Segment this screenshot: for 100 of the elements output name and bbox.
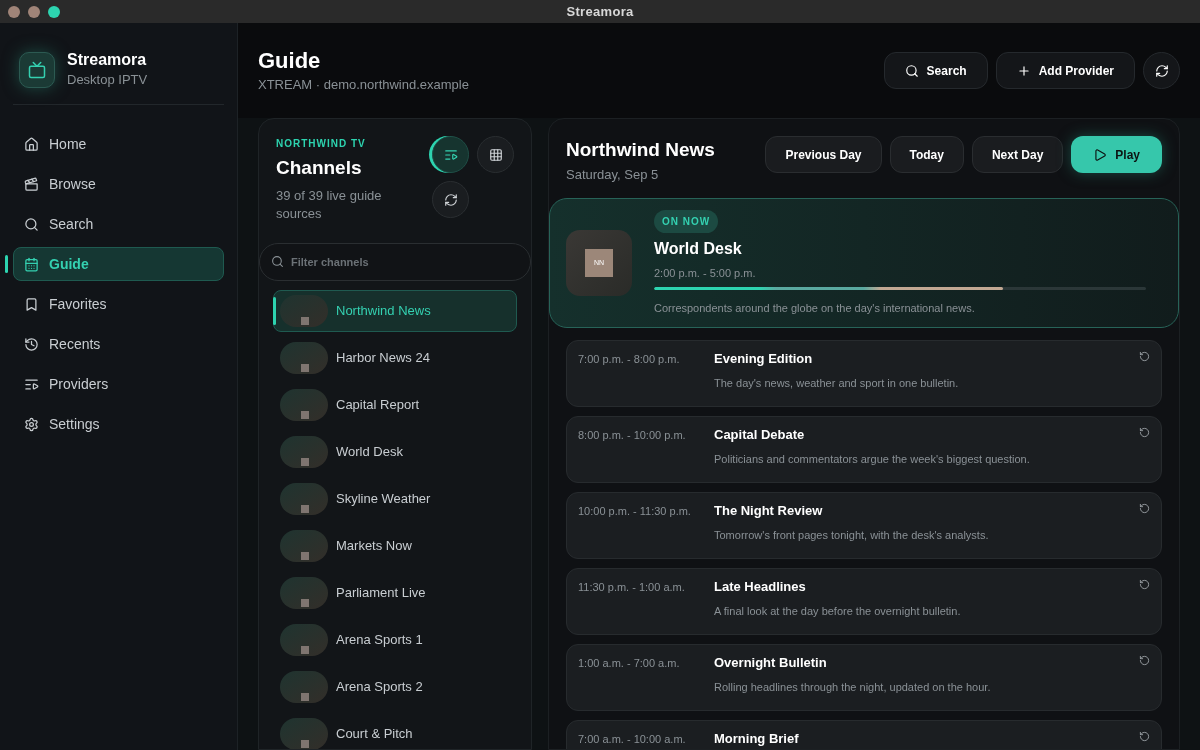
page-title: Guide — [258, 46, 322, 75]
add-provider-button[interactable]: Add Provider — [995, 52, 1135, 89]
refresh-button[interactable] — [1143, 52, 1180, 89]
window-title: Streamora — [566, 2, 634, 21]
channel-item[interactable]: Skyline Weather — [273, 477, 517, 520]
nav-item[interactable]: Home — [13, 127, 224, 161]
provider-label: NORTHWIND TV — [276, 137, 367, 151]
list-icon — [443, 147, 458, 162]
channel-count: 39 of 39 live guide sources — [276, 186, 383, 223]
channel-item[interactable]: Arena Sports 2 — [273, 665, 517, 708]
search-icon — [24, 216, 39, 232]
channel-logo-icon — [280, 670, 328, 703]
page-subtitle: XTREAM · demo.northwind.example — [258, 75, 469, 94]
program-time: 1:00 a.m. - 7:00 a.m. — [578, 656, 681, 671]
channel-logo-icon — [280, 388, 328, 421]
program-title: Evening Edition — [714, 350, 814, 368]
channel-logo-icon — [280, 529, 328, 562]
channel-title: Northwind News — [566, 138, 715, 162]
schedule-item[interactable]: 11:30 p.m. - 1:00 a.m. Late Headlines A final look at the day before the overnight bulletin. — [566, 568, 1162, 635]
calendar-icon — [24, 256, 39, 272]
program-description: Politicians and commentators argue the week's biggest question. — [714, 451, 1031, 467]
minimize-icon[interactable] — [28, 5, 40, 18]
clapperboard-icon — [24, 176, 39, 192]
schedule-item[interactable]: 7:00 p.m. - 8:00 p.m. Evening Edition The day's news, weather and sport in one bulletin. — [566, 340, 1162, 407]
day-button[interactable]: Today — [889, 136, 964, 173]
nav-item[interactable]: Guide — [13, 247, 224, 281]
schedule-item[interactable]: 8:00 p.m. - 10:00 p.m. Capital Debate Politicians and commentators argue the week's biggest question. — [566, 416, 1162, 483]
tv-icon — [28, 61, 46, 79]
program-time: 7:00 a.m. - 10:00 a.m. — [578, 732, 687, 747]
channel-item[interactable]: Capital Report — [273, 383, 517, 426]
channel-item[interactable]: Markets Now — [273, 524, 517, 567]
program-time: 2:00 p.m. - 5:00 p.m. — [654, 265, 757, 281]
program-time: 10:00 p.m. - 11:30 p.m. — [578, 504, 692, 519]
replay-icon[interactable] — [1139, 503, 1150, 514]
channel-item[interactable]: Northwind News — [273, 289, 517, 332]
app-name: Streamora — [67, 50, 148, 70]
replay-icon[interactable] — [1139, 427, 1150, 438]
nav-item[interactable]: Recents — [13, 327, 224, 361]
program-title: Morning Brief — [714, 730, 800, 748]
active-indicator — [5, 255, 8, 273]
program-title: The Night Review — [714, 502, 824, 520]
app-subtitle: Desktop IPTV — [67, 71, 148, 89]
program-description: Tomorrow's front pages tonight, with the desk's analysts. — [714, 527, 990, 543]
program-description: A final look at the day before the overnight bulletin. — [714, 603, 962, 619]
channel-item[interactable]: Arena Sports 1 — [273, 618, 517, 661]
channel-logo-icon — [280, 623, 328, 656]
settings-icon — [24, 416, 39, 432]
channel-logo-icon — [280, 341, 328, 374]
nav-item[interactable]: Providers — [13, 367, 224, 401]
channel-logo-icon — [280, 482, 328, 515]
plus-icon — [1016, 63, 1031, 78]
nav-item[interactable]: Settings — [13, 407, 224, 441]
schedule-item[interactable]: 7:00 a.m. - 10:00 a.m. Morning Brief — [566, 720, 1162, 749]
program-title: Overnight Bulletin — [714, 654, 828, 672]
day-button[interactable]: Previous Day — [765, 136, 882, 173]
channel-logo-icon — [280, 576, 328, 609]
grid-icon — [488, 147, 503, 162]
schedule-item[interactable]: 10:00 p.m. - 11:30 p.m. The Night Review Tomorrow's front pages tonight, with the desk's analysts. — [566, 492, 1162, 559]
close-icon[interactable] — [8, 5, 20, 18]
play-button[interactable]: Play — [1071, 136, 1162, 173]
channel-item[interactable]: Parliament Live — [273, 571, 517, 614]
nav-item[interactable]: Favorites — [13, 287, 224, 321]
search-button[interactable]: Search — [883, 52, 988, 89]
play-icon — [1093, 147, 1108, 162]
search-icon — [904, 63, 919, 78]
replay-icon[interactable] — [1139, 655, 1150, 666]
history-icon — [24, 336, 39, 352]
replay-icon[interactable] — [1139, 731, 1150, 742]
list-view-button[interactable] — [432, 136, 469, 173]
program-description: The day's news, weather and sport in one bulletin. — [714, 375, 960, 391]
nav-item[interactable]: Search — [13, 207, 224, 241]
refresh-icon — [443, 192, 458, 207]
nav-item[interactable]: Browse — [13, 167, 224, 201]
program-description: Correspondents around the globe on the day's international news. — [654, 301, 976, 316]
channel-item[interactable]: Court & Pitch — [273, 712, 517, 749]
refresh-icon — [1154, 63, 1169, 78]
day-button[interactable]: Next Day — [971, 136, 1064, 173]
program-title: Capital Debate — [714, 426, 806, 444]
bookmark-icon — [24, 296, 39, 312]
schedule-item[interactable]: 1:00 a.m. - 7:00 a.m. Overnight Bulletin Rolling headlines through the night, updated on the hour. — [566, 644, 1162, 711]
channel-item[interactable]: Harbor News 24 — [273, 336, 517, 379]
channel-logo-icon — [280, 435, 328, 468]
channel-logo-icon — [280, 294, 328, 327]
active-indicator — [273, 296, 276, 325]
channel-item[interactable]: World Desk — [273, 430, 517, 473]
guide-date: Saturday, Sep 5 — [566, 165, 660, 184]
panel-title: Channels — [276, 156, 363, 180]
replay-icon[interactable] — [1139, 351, 1150, 362]
program-time: 8:00 p.m. - 10:00 p.m. — [578, 428, 687, 443]
program-time: 7:00 p.m. - 8:00 p.m. — [578, 352, 681, 367]
program-title: Late Headlines — [714, 578, 807, 596]
filter-field[interactable]: Filter channels — [259, 242, 531, 281]
on-now-badge: ON NOW — [654, 209, 719, 233]
grid-view-button[interactable] — [477, 136, 514, 173]
program-title: World Desk — [654, 238, 743, 259]
program-time: 11:30 p.m. - 1:00 a.m. — [578, 580, 686, 595]
maximize-icon[interactable] — [48, 5, 60, 18]
program-description: Rolling headlines through the night, updated on the hour. — [714, 679, 992, 695]
replay-icon[interactable] — [1139, 579, 1150, 590]
sync-button[interactable] — [432, 181, 469, 218]
